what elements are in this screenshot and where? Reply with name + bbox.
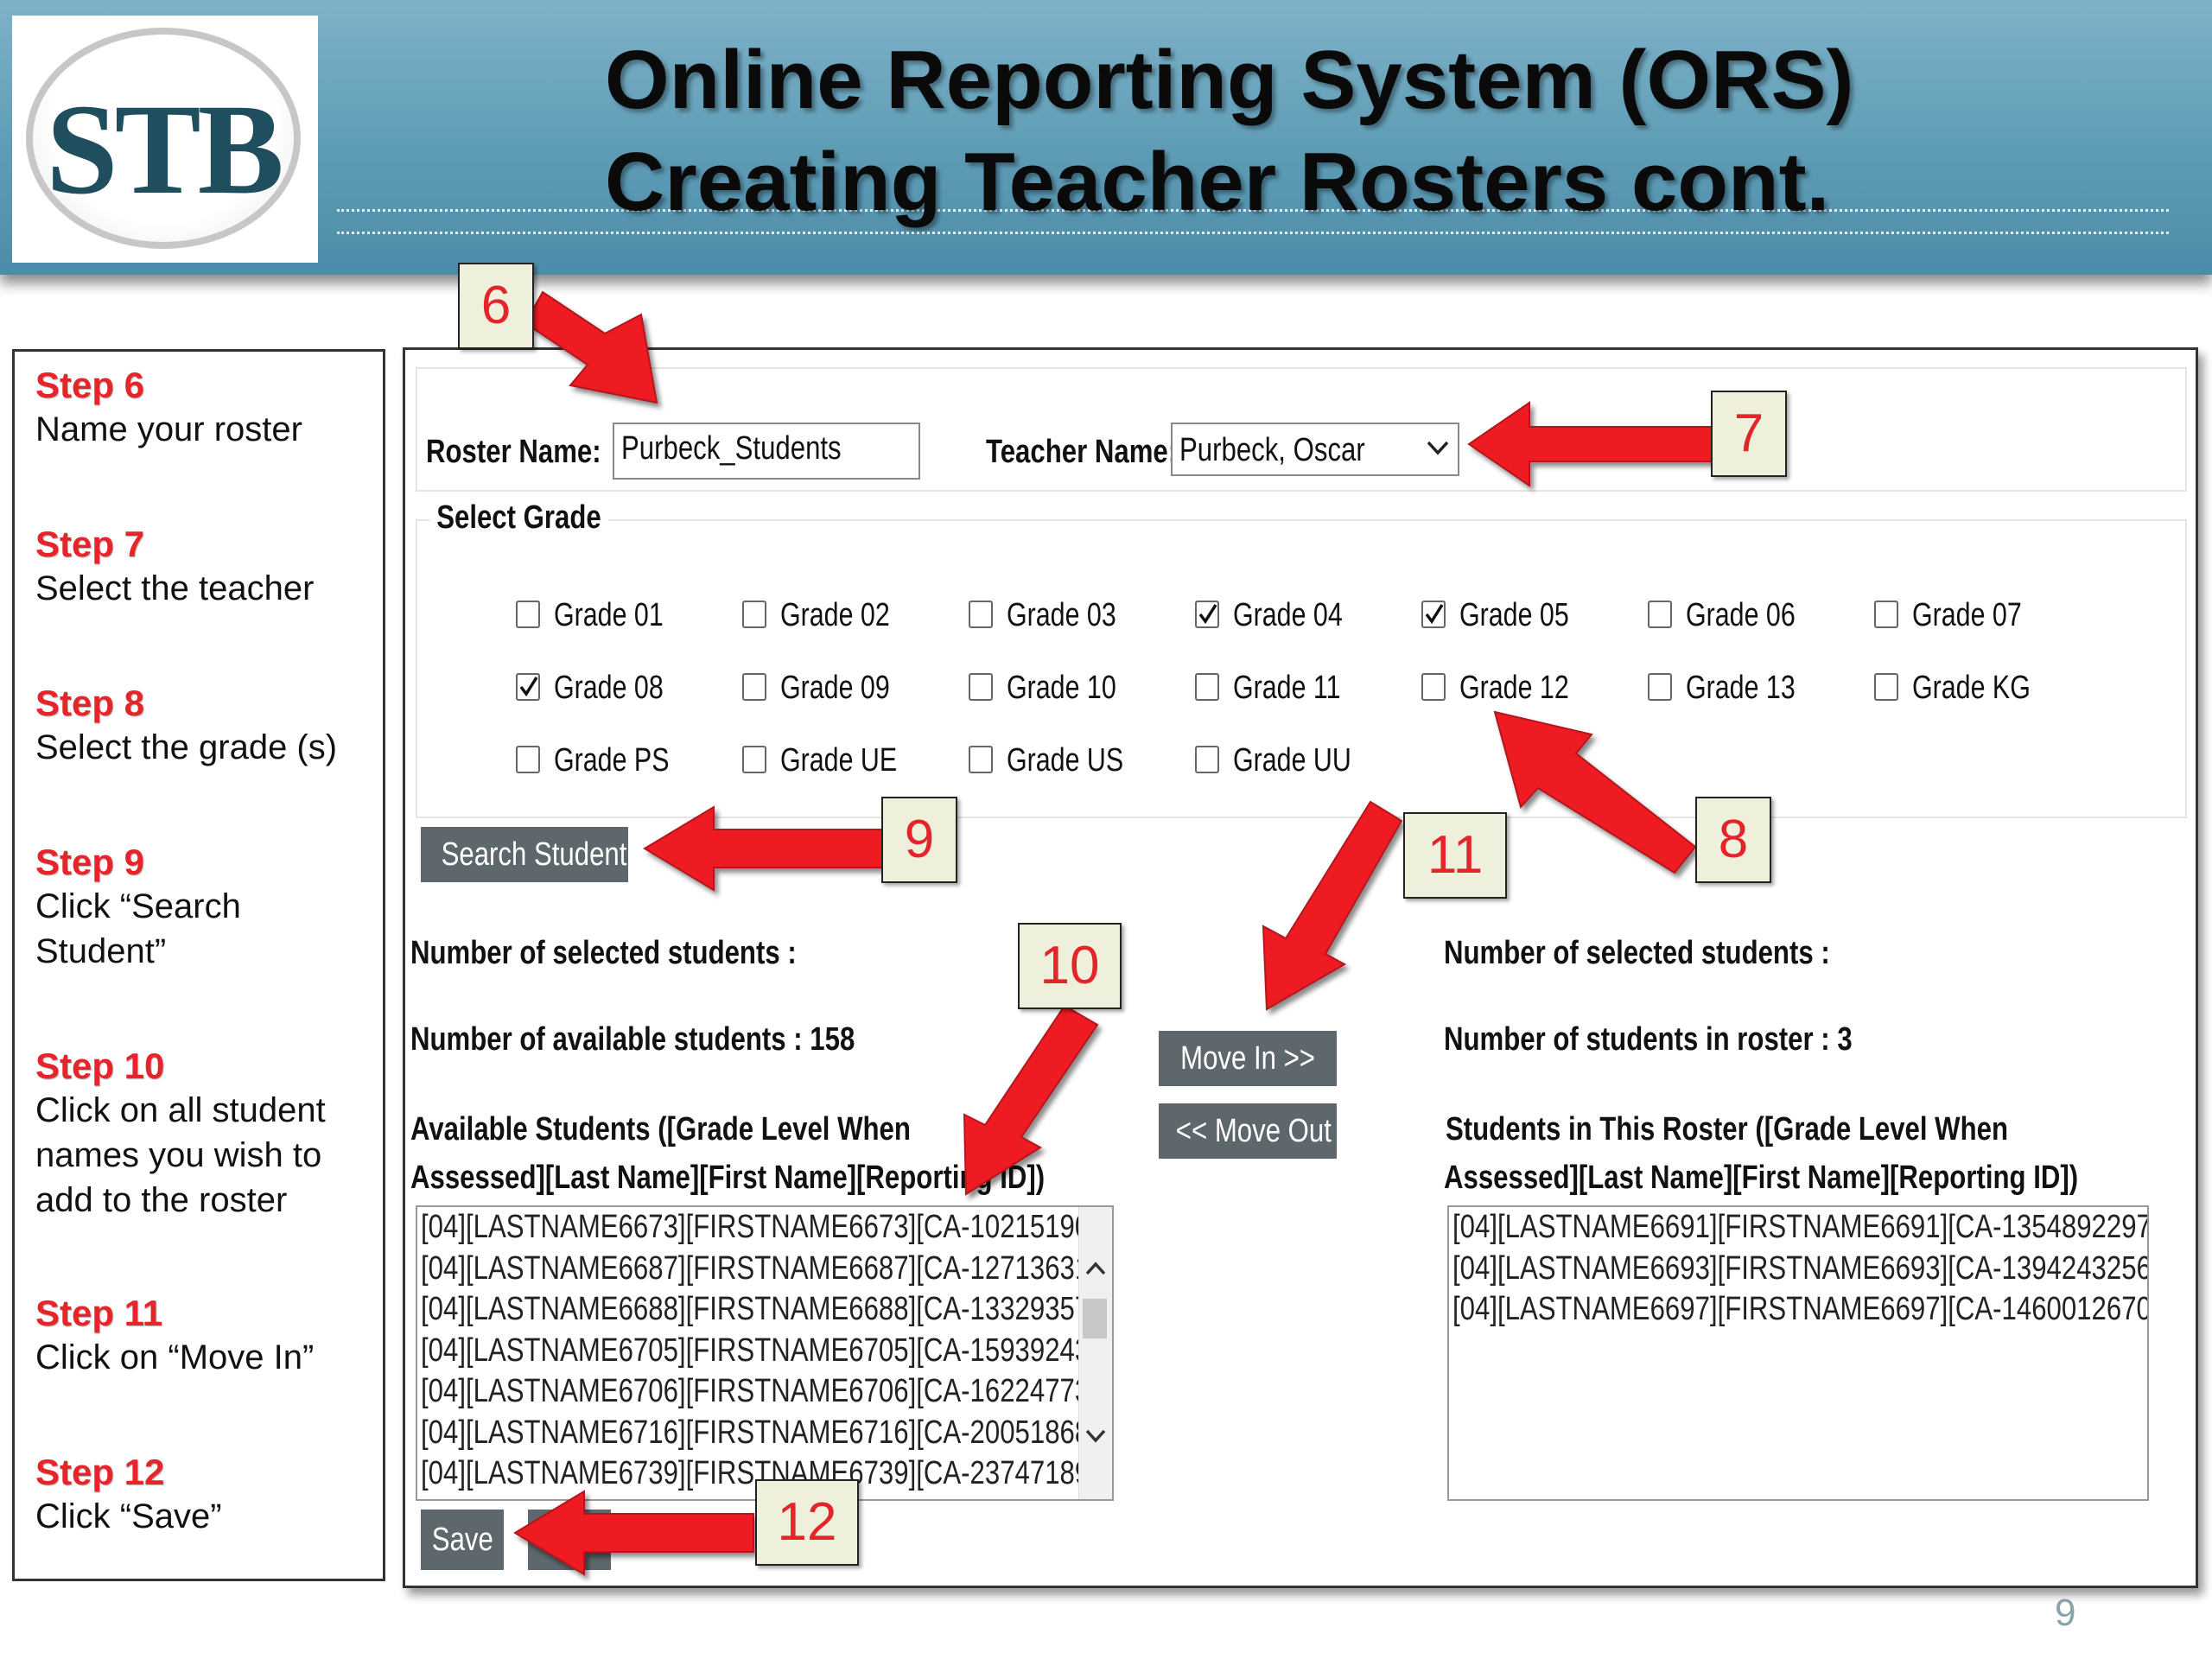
arrow-step-11 bbox=[1262, 800, 1403, 1011]
callout-7: 7 bbox=[1711, 391, 1787, 477]
arrow-step-6 bbox=[524, 290, 658, 404]
callout-8: 8 bbox=[1695, 797, 1771, 883]
arrow-step-9 bbox=[643, 805, 884, 892]
annotation-arrows bbox=[513, 290, 1715, 1576]
arrow-step-8 bbox=[1493, 710, 1697, 874]
callout-11: 11 bbox=[1403, 812, 1507, 899]
callout-12: 12 bbox=[755, 1479, 859, 1566]
callout-10: 10 bbox=[1018, 923, 1122, 1009]
callout-9: 9 bbox=[881, 797, 957, 883]
page-number: 9 bbox=[2055, 1592, 2076, 1634]
arrow-step-10 bbox=[963, 1004, 1099, 1196]
arrow-step-7 bbox=[1467, 401, 1715, 487]
callout-6: 6 bbox=[458, 263, 534, 349]
arrow-step-12 bbox=[513, 1490, 754, 1576]
